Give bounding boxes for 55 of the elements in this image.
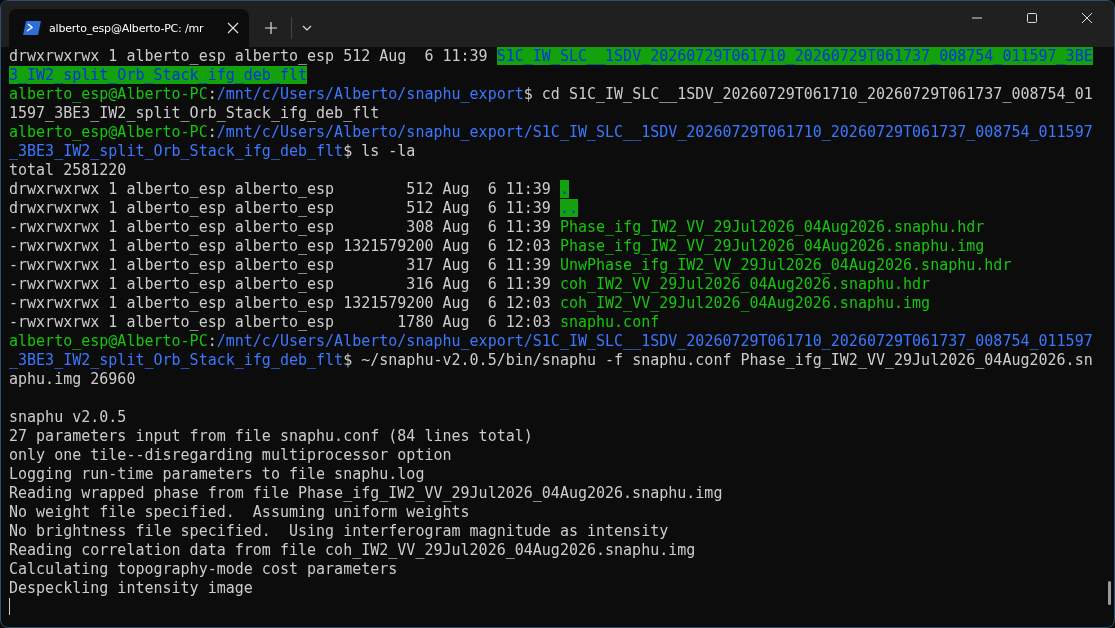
- file-name: snaphu.conf: [559, 313, 660, 331]
- terminal-text: -rwxrwxrwx 1 alberto_esp alberto_esp 317 Aug 6 11:39: [9, 256, 552, 274]
- terminal-text: 27 parameters input from file snaphu.conf (84 lines total): [9, 427, 533, 445]
- terminal-text: $ ls -la: [343, 142, 416, 160]
- scrollbar-thumb[interactable]: [1108, 581, 1111, 605]
- prompt-path: _3BE3_IW2_split_Orb_Stack_ifg_deb_flt: [9, 351, 344, 369]
- terminal-tab[interactable]: alberto_esp@Alberto-PC: /mr: [9, 9, 249, 47]
- terminal-text: aphu.img 26960: [9, 370, 136, 388]
- prompt-path: /mnt/c/Users/Alberto/snaphu_export/S1C_IW_SLC__1SDV_20260729T061710_20260729T061737_008754_011597: [216, 123, 1093, 141]
- prompt-user: alberto_esp@Alberto-PC: [9, 123, 208, 141]
- terminal-text: Reading correlation data from file coh_IW2_VV_29Jul2026_04Aug2026.snaphu.img: [9, 541, 696, 559]
- prompt-user: alberto_esp@Alberto-PC: [9, 332, 208, 350]
- terminal-text: drwxrwxrwx 1 alberto_esp alberto_esp 512 Aug 6 11:39: [9, 180, 552, 198]
- terminal-text: snaphu v2.0.5: [9, 408, 127, 426]
- terminal-text: -rwxrwxrwx 1 alberto_esp alberto_esp 1780 Aug 6 12:03: [9, 313, 552, 331]
- terminal-text: $ cd S1C_IW_SLC__1SDV_20260729T061710_20260729T061737_008754_01: [523, 85, 1093, 103]
- file-name: coh_IW2_VV_29Jul2026_04Aug2026.snaphu.hdr: [559, 275, 931, 293]
- terminal-text: :: [207, 332, 217, 350]
- file-name: Phase_ifg_IW2_VV_29Jul2026_04Aug2026.snaphu.img: [559, 237, 985, 255]
- directory-name: S1C_IW_SLC__1SDV_20260729T061710_20260729T061737_008754_011597_3BE: [496, 47, 1093, 65]
- terminal-text: :: [207, 85, 217, 103]
- text-cursor: [9, 598, 10, 615]
- directory-name: ..: [559, 199, 578, 217]
- terminal-text: total 2581220: [9, 161, 127, 179]
- file-name: UnwPhase_ifg_IW2_VV_29Jul2026_04Aug2026.snaphu.hdr: [559, 256, 1012, 274]
- terminal-text: drwxrwxrwx 1 alberto_esp alberto_esp 512 Aug 6 11:39: [9, 199, 552, 217]
- terminal-text: 1597_3BE3_IW2_split_Orb_Stack_ifg_deb_flt: [9, 104, 380, 122]
- directory-name: .: [559, 180, 569, 198]
- terminal-text: Despeckling intensity image: [9, 579, 253, 597]
- new-tab-icon[interactable]: [265, 22, 277, 34]
- terminal-text: drwxrwxrwx 1 alberto_esp alberto_esp 512 Aug 6 11:39: [9, 47, 489, 65]
- terminal-text: :: [207, 123, 217, 141]
- prompt-path: /mnt/c/Users/Alberto/snaphu_export/S1C_IW_SLC__1SDV_20260729T061710_20260729T061737_008754_011597: [216, 332, 1093, 350]
- terminal-text: No weight file specified. Assuming uniform weights: [9, 503, 470, 521]
- terminal-text: Calculating topography-mode cost parameters: [9, 560, 398, 578]
- directory-name: 3_IW2_split_Orb_Stack_ifg_deb_flt: [9, 66, 307, 84]
- close-icon[interactable]: [1081, 13, 1092, 23]
- terminal-text: only one tile--disregarding multiprocessor option: [9, 446, 452, 464]
- file-name: coh_IW2_VV_29Jul2026_04Aug2026.snaphu.img: [559, 294, 931, 312]
- prompt-path: _3BE3_IW2_split_Orb_Stack_ifg_deb_flt: [9, 142, 344, 160]
- terminal-text: -rwxrwxrwx 1 alberto_esp alberto_esp 308 Aug 6 11:39: [9, 218, 552, 236]
- terminal-text: -rwxrwxrwx 1 alberto_esp alberto_esp 316 Aug 6 11:39: [9, 275, 552, 293]
- terminal-text: -rwxrwxrwx 1 alberto_esp alberto_esp 1321579200 Aug 6 12:03: [9, 237, 552, 255]
- terminal-text: Reading wrapped phase from file Phase_ifg_IW2_VV_29Jul2026_04Aug2026.snaphu.img: [9, 484, 723, 502]
- terminal-icon: [23, 21, 41, 35]
- prompt-user: alberto_esp@Alberto-PC: [9, 85, 208, 103]
- file-name: Phase_ifg_IW2_VV_29Jul2026_04Aug2026.snaphu.hdr: [559, 218, 985, 236]
- close-tab-icon[interactable]: [227, 22, 239, 34]
- terminal-text: $ ~/snaphu-v2.0.5/bin/snaphu -f snaphu.conf Phase_ifg_IW2_VV_29Jul2026_04Aug2026.sn: [343, 351, 1093, 369]
- terminal-text: Logging run-time parameters to file snaphu.log: [9, 465, 425, 483]
- maximize-icon[interactable]: [1026, 13, 1037, 23]
- terminal-text: No brightness file specified. Using interferogram magnitude as intensity: [9, 522, 669, 540]
- terminal-text: -rwxrwxrwx 1 alberto_esp alberto_esp 1321579200 Aug 6 12:03: [9, 294, 552, 312]
- dropdown-caret-icon[interactable]: [302, 25, 312, 31]
- prompt-path: /mnt/c/Users/Alberto/snaphu_export: [216, 85, 524, 103]
